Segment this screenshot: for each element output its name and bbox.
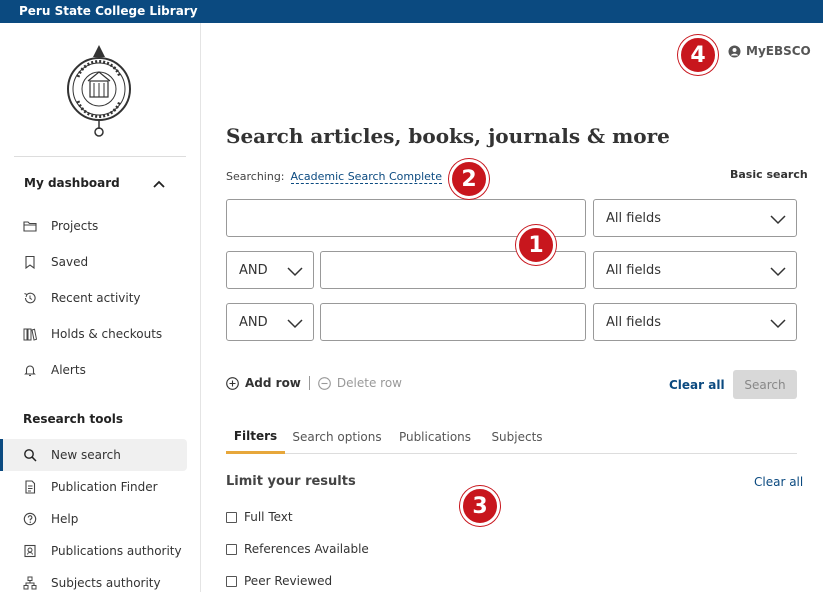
searching-line: Searching: Academic Search Complete [226, 170, 443, 184]
basic-search-link[interactable]: Basic search [730, 168, 808, 181]
sidebar-item-subjects-authority[interactable]: Subjects authority [0, 567, 187, 592]
clear-all-button[interactable]: Clear all [669, 378, 725, 392]
checkbox[interactable] [226, 543, 237, 555]
full-text-checkbox[interactable]: Full Text [226, 510, 293, 524]
sidebar-item-saved[interactable]: Saved [0, 246, 187, 278]
field-select-3[interactable]: All fields [593, 303, 797, 341]
chevron-down-icon [287, 315, 303, 331]
tab-search-options[interactable]: Search options [292, 420, 382, 454]
checkbox-label: Peer Reviewed [244, 574, 333, 588]
plus-circle-icon [226, 376, 239, 390]
chevron-down-icon [287, 263, 303, 279]
field-select-2[interactable]: All fields [593, 251, 797, 289]
sidebar-item-label: Help [51, 512, 79, 526]
add-row-button[interactable]: Add row [226, 376, 310, 390]
tab-filters[interactable]: Filters [226, 420, 285, 454]
sidebar-divider [14, 156, 186, 157]
annotation-badge-3: 3 [460, 486, 500, 526]
annotation-badge-2: 2 [449, 159, 489, 199]
sidebar-item-label: New search [51, 448, 121, 462]
operator-select-3[interactable]: AND [226, 303, 314, 341]
sidebar-item-alerts[interactable]: Alerts [0, 354, 187, 386]
sidebar-item-label: Holds & checkouts [51, 327, 163, 341]
tab-subjects[interactable]: Subjects [486, 420, 548, 454]
annotation-badge-4: 4 [678, 35, 718, 75]
sidebar-item-label: Alerts [51, 363, 86, 377]
operator-select-2[interactable]: AND [226, 251, 314, 289]
search-button[interactable]: Search [733, 370, 797, 399]
checkbox[interactable] [226, 511, 237, 523]
library-name: Peru State College Library [19, 4, 198, 18]
chevron-up-icon[interactable] [152, 176, 166, 190]
sidebar-item-help[interactable]: Help [0, 503, 187, 535]
search-input-3[interactable] [320, 303, 586, 341]
add-row-label: Add row [245, 376, 301, 390]
sidebar: My dashboard Projects Saved Recent activ… [0, 23, 201, 592]
minus-circle-icon [318, 376, 331, 390]
row-actions: Add row Delete row [226, 376, 402, 390]
sidebar-item-label: Projects [51, 219, 99, 233]
operator-value: AND [239, 262, 268, 278]
sidebar-item-publication-finder[interactable]: Publication Finder [0, 471, 187, 503]
myebsco-link[interactable]: MyEBSCO [728, 44, 811, 58]
college-seal-logo[interactable] [64, 43, 134, 139]
top-bar: Peru State College Library [0, 0, 823, 23]
sidebar-item-holds-checkouts[interactable]: Holds & checkouts [0, 318, 187, 350]
bell-icon [23, 363, 37, 377]
peer-reviewed-checkbox[interactable]: Peer Reviewed [226, 574, 332, 588]
search-icon [23, 448, 37, 462]
sidebar-item-label: Publications authority [51, 544, 182, 558]
folder-icon [23, 219, 37, 233]
sidebar-item-projects[interactable]: Projects [0, 210, 187, 242]
document-icon [23, 480, 37, 494]
filter-tabs: Filters Search options Publications Subj… [226, 420, 797, 454]
field-select-1[interactable]: All fields [593, 199, 797, 237]
checkbox-label: References Available [244, 542, 369, 556]
database-link[interactable]: Academic Search Complete [290, 170, 443, 184]
research-tools-heading: Research tools [23, 412, 123, 426]
field-select-value: All fields [606, 210, 662, 226]
sidebar-item-label: Saved [51, 255, 89, 269]
references-available-checkbox[interactable]: References Available [226, 542, 369, 556]
annotation-badge-1: 1 [516, 225, 556, 265]
searching-label: Searching: [226, 170, 285, 183]
main-content: MyEBSCO Search articles, books, journals… [202, 23, 823, 592]
chevron-down-icon [770, 211, 786, 227]
operator-value: AND [239, 314, 268, 330]
chevron-down-icon [770, 263, 786, 279]
field-select-value: All fields [606, 262, 662, 278]
hierarchy-icon [23, 576, 37, 590]
sidebar-item-label: Recent activity [51, 291, 141, 305]
bookmark-icon [23, 255, 37, 269]
limit-clear-all-button[interactable]: Clear all [754, 475, 803, 489]
myebsco-label: MyEBSCO [746, 44, 811, 58]
checkbox[interactable] [226, 575, 237, 587]
authority-icon [23, 544, 37, 558]
sidebar-item-new-search[interactable]: New search [0, 439, 187, 471]
tab-publications[interactable]: Publications [396, 420, 474, 454]
delete-row-button[interactable]: Delete row [310, 376, 402, 390]
checkbox-label: Full Text [244, 510, 293, 524]
sidebar-item-label: Publication Finder [51, 480, 158, 494]
limit-results-heading: Limit your results [226, 474, 356, 489]
sidebar-item-label: Subjects authority [51, 576, 161, 590]
sidebar-item-publications-authority[interactable]: Publications authority [0, 535, 187, 567]
help-icon [23, 512, 37, 526]
history-icon [23, 291, 37, 305]
chevron-down-icon [770, 315, 786, 331]
user-circle-icon [728, 45, 741, 58]
delete-row-label: Delete row [336, 376, 402, 390]
page-title: Search articles, books, journals & more [226, 124, 670, 148]
sidebar-item-recent-activity[interactable]: Recent activity [0, 282, 187, 314]
field-select-value: All fields [606, 314, 662, 330]
books-icon [23, 327, 37, 341]
